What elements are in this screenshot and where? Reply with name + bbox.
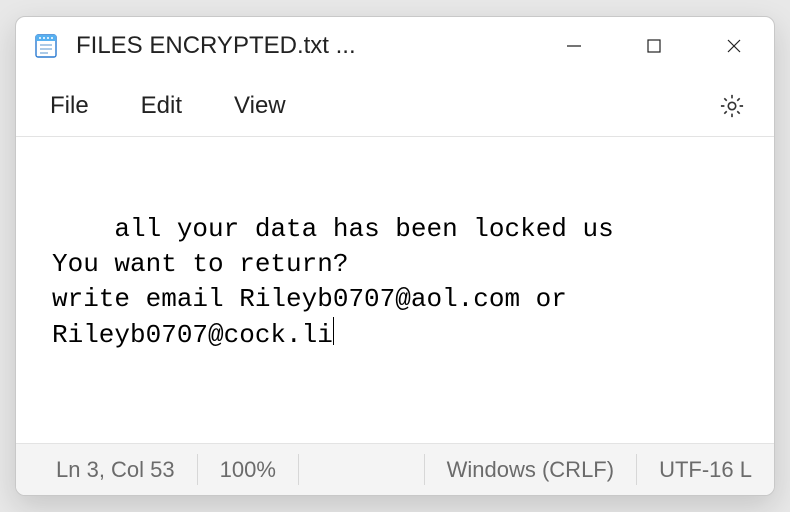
notepad-window: FILES ENCRYPTED.txt ... File Edit View	[15, 16, 775, 496]
window-controls	[534, 17, 774, 75]
window-title: FILES ENCRYPTED.txt ...	[76, 32, 356, 60]
menu-file[interactable]: File	[24, 84, 115, 128]
status-bar: Ln 3, Col 53 100% Windows (CRLF) UTF-16 …	[16, 443, 774, 495]
maximize-button[interactable]	[614, 17, 694, 75]
minimize-button[interactable]	[534, 17, 614, 75]
titlebar: FILES ENCRYPTED.txt ...	[16, 17, 774, 75]
menubar: File Edit View	[16, 75, 774, 137]
status-position: Ln 3, Col 53	[16, 454, 198, 485]
text-caret	[333, 317, 334, 345]
text-editor[interactable]: all your data has been locked us You wan…	[16, 137, 774, 443]
settings-button[interactable]	[708, 82, 756, 130]
status-encoding: UTF-16 L	[637, 454, 774, 485]
menu-edit[interactable]: Edit	[115, 84, 208, 128]
notepad-icon	[30, 30, 62, 62]
status-zoom[interactable]: 100%	[198, 454, 299, 485]
status-line-ending: Windows (CRLF)	[425, 454, 637, 485]
close-button[interactable]	[694, 17, 774, 75]
menu-view[interactable]: View	[208, 84, 312, 128]
gear-icon	[718, 92, 746, 120]
